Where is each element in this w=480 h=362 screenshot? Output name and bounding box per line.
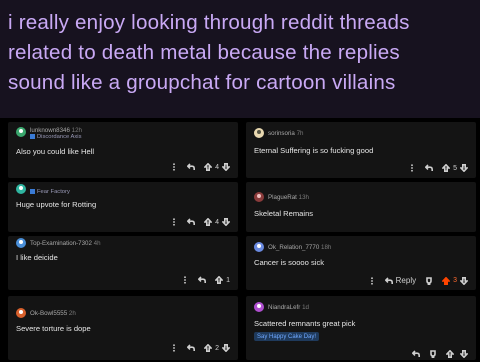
comment-card[interactable]: Ok-Bowl5555 2h Severe torture is dope 2 bbox=[8, 296, 238, 360]
reply-icon[interactable] bbox=[187, 218, 195, 226]
comment-username[interactable]: sorinsoria 7h bbox=[268, 130, 303, 137]
award-icon[interactable] bbox=[425, 277, 433, 285]
flair-icon bbox=[30, 189, 35, 194]
upvote-icon[interactable] bbox=[204, 344, 212, 352]
avatar[interactable] bbox=[16, 127, 26, 137]
comment-card[interactable]: NiandraLefr 1d Scattered remnants great … bbox=[246, 296, 476, 360]
reply-icon[interactable] bbox=[187, 163, 195, 171]
reply-icon[interactable] bbox=[187, 344, 195, 352]
comment-text: Also you could like Hell bbox=[16, 147, 95, 156]
upvote-icon[interactable] bbox=[446, 350, 454, 358]
avatar[interactable] bbox=[16, 184, 26, 194]
reply-button[interactable]: Reply bbox=[385, 276, 416, 285]
more-options-icon[interactable] bbox=[170, 218, 178, 226]
tweet-line-2: related to death metal because the repli… bbox=[8, 41, 400, 64]
avatar[interactable] bbox=[254, 192, 264, 202]
tweet-line-1: i really enjoy looking through reddit th… bbox=[8, 11, 410, 34]
downvote-icon[interactable] bbox=[222, 218, 230, 226]
comment-username[interactable]: Top-Examination-7302 4h bbox=[30, 240, 101, 247]
vote-count: 5 bbox=[453, 164, 457, 172]
avatar[interactable] bbox=[254, 242, 264, 252]
upvote-icon[interactable] bbox=[204, 163, 212, 171]
reply-icon[interactable] bbox=[425, 164, 433, 172]
vote-count: 2 bbox=[215, 344, 219, 352]
comment-username[interactable]: PlagueRat 13h bbox=[268, 194, 309, 201]
comment-card[interactable]: sorinsoria 7h Eternal Suffering is so fu… bbox=[246, 122, 476, 178]
comment-actions: 5 bbox=[408, 164, 468, 172]
award-icon[interactable] bbox=[429, 350, 437, 358]
cake-day-badge: Say Happy Cake Day! bbox=[254, 332, 320, 341]
comment-text: Skeletal Remains bbox=[254, 209, 314, 218]
vote-count: 4 bbox=[215, 218, 219, 226]
comment-text: Eternal Suffering is so fucking good bbox=[254, 146, 374, 155]
more-options-icon[interactable] bbox=[181, 276, 189, 284]
avatar[interactable] bbox=[16, 238, 26, 248]
comment-username[interactable]: Ok-Bowl5555 2h bbox=[30, 310, 76, 317]
downvote-icon[interactable] bbox=[460, 350, 468, 358]
comment-text: Huge upvote for Rotting bbox=[16, 200, 97, 209]
avatar[interactable] bbox=[254, 302, 264, 312]
comment-username[interactable]: Ok_Relation_7770 18h bbox=[268, 244, 331, 251]
comment-username[interactable]: lunknown8346 12h bbox=[30, 127, 82, 134]
comment-text: Scattered remnants great pick bbox=[254, 319, 356, 328]
user-flair: Discordance Axis bbox=[30, 134, 81, 140]
downvote-icon[interactable] bbox=[222, 344, 230, 352]
comment-card[interactable]: Fear Factory Huge upvote for Rotting 4 bbox=[8, 182, 238, 232]
comment-actions bbox=[412, 350, 468, 358]
comment-card[interactable]: Top-Examination-7302 4h I like deicide 1 bbox=[8, 236, 238, 290]
user-flair: Fear Factory bbox=[30, 189, 70, 195]
comment-username[interactable]: NiandraLefr 1d bbox=[268, 304, 309, 311]
flair-icon bbox=[30, 134, 35, 139]
vote-count: 1 bbox=[226, 276, 230, 284]
reply-icon[interactable] bbox=[412, 350, 420, 358]
comment-actions: 1 bbox=[181, 276, 230, 284]
comment-actions: 4 bbox=[170, 218, 230, 226]
tweet-text-block: i really enjoy looking through reddit th… bbox=[0, 0, 480, 118]
more-options-icon[interactable] bbox=[170, 163, 178, 171]
comment-card[interactable]: PlagueRat 13h Skeletal Remains bbox=[246, 182, 476, 232]
comment-card[interactable]: Ok_Relation_7770 18h Cancer is soooo sic… bbox=[246, 236, 476, 290]
downvote-icon[interactable] bbox=[460, 164, 468, 172]
tweet-line-3: sound like a groupchat for cartoon villa… bbox=[8, 71, 396, 94]
more-options-icon[interactable] bbox=[408, 164, 416, 172]
reply-icon[interactable] bbox=[198, 276, 206, 284]
comment-text: I like deicide bbox=[16, 253, 58, 262]
comment-actions: 2 bbox=[170, 344, 230, 352]
more-options-icon[interactable] bbox=[368, 277, 376, 285]
comment-text: Cancer is soooo sick bbox=[254, 258, 325, 267]
downvote-icon[interactable] bbox=[222, 163, 230, 171]
avatar[interactable] bbox=[16, 308, 26, 318]
vote-count: 3 bbox=[453, 277, 457, 284]
comment-actions: Reply 3 bbox=[368, 276, 468, 285]
avatar[interactable] bbox=[254, 128, 264, 138]
upvote-icon[interactable] bbox=[215, 276, 223, 284]
upvote-icon[interactable] bbox=[204, 218, 212, 226]
comment-text: Severe torture is dope bbox=[16, 324, 91, 333]
comment-actions: 4 bbox=[170, 163, 230, 171]
upvote-icon[interactable] bbox=[442, 277, 450, 285]
more-options-icon[interactable] bbox=[170, 344, 178, 352]
downvote-icon[interactable] bbox=[460, 277, 468, 285]
comment-card[interactable]: lunknown8346 12h Discordance Axis Also y… bbox=[8, 122, 238, 178]
vote-count: 4 bbox=[215, 163, 219, 171]
upvote-icon[interactable] bbox=[442, 164, 450, 172]
reply-icon bbox=[385, 277, 393, 285]
